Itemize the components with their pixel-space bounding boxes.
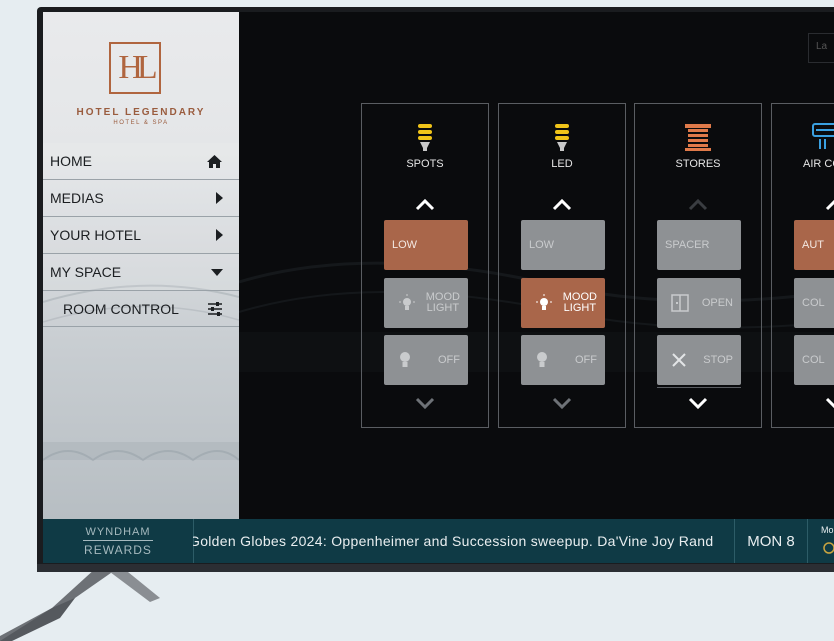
hotel-name: HOTEL LEGENDARY — [76, 107, 206, 118]
button-label: MOOD LIGHT — [563, 292, 597, 314]
chevron-right-icon — [216, 229, 223, 241]
submenu-item-room-control[interactable]: ROOM CONTROL — [43, 291, 239, 327]
hotel-logo: HL — [109, 42, 161, 94]
button-label: LOW — [392, 239, 418, 251]
stop-x-icon — [672, 353, 686, 367]
arrow-up-icon[interactable] — [414, 198, 436, 212]
button-label: OPEN — [701, 297, 733, 309]
spots-low-button[interactable]: LOW — [384, 220, 468, 270]
arrow-down-icon[interactable] — [551, 396, 573, 410]
arrow-up-icon[interactable] — [687, 198, 709, 212]
weather-label: Mo — [821, 525, 834, 535]
light-bulb-icon — [418, 124, 432, 151]
button-label: MOOD LIGHT — [426, 292, 460, 314]
led-mood-light-button[interactable]: MOOD LIGHT — [521, 278, 605, 328]
button-label: OFF — [438, 354, 460, 366]
chevron-right-icon — [216, 192, 223, 204]
menu-item-label: HOME — [50, 153, 92, 169]
spots-mood-light-button[interactable]: MOOD LIGHT — [384, 278, 468, 328]
menu-item-your-hotel[interactable]: YOUR HOTEL — [43, 217, 239, 254]
arrow-up-icon[interactable] — [551, 198, 573, 212]
tv-bottom-edge — [37, 564, 834, 572]
button-label-line2: LIGHT — [426, 302, 460, 314]
button-label: COL — [802, 354, 825, 366]
arrow-up-icon[interactable] — [824, 198, 834, 212]
led-low-button[interactable]: LOW — [521, 220, 605, 270]
hotel-subtitle: HOTEL & SPA — [113, 120, 169, 126]
stores-spacer-button[interactable]: SPACER — [657, 220, 741, 270]
main-menu: HOME MEDIAS YOUR HOTEL MY SPACE ROOM CON… — [43, 143, 239, 327]
hotel-logo-initials: HL — [118, 49, 157, 86]
tv-screen: HL HOTEL LEGENDARY HOTEL & SPA HOME MEDI… — [43, 12, 834, 563]
brand-line2: REWARDS — [84, 542, 152, 557]
submenu-item-label: ROOM CONTROL — [63, 300, 179, 317]
panel-label: AIR CO — [803, 158, 834, 170]
menu-item-label: YOUR HOTEL — [50, 227, 142, 243]
menu-item-home[interactable]: HOME — [43, 143, 239, 180]
stores-stop-button[interactable]: STOP — [657, 335, 741, 385]
bulb-off-icon — [537, 352, 547, 367]
button-label: LOW — [529, 239, 555, 251]
control-panel-stores: STORES SPACER OPEN STOP — [634, 103, 762, 428]
menu-item-label: MEDIAS — [50, 190, 104, 206]
home-icon — [207, 154, 222, 168]
control-panel-led: LED LOW MOOD LIGHT OFF — [498, 103, 626, 428]
panel-label: LED — [551, 158, 573, 170]
control-panel-spots: SPOTS LOW MOOD LIGHT OFF — [361, 103, 489, 428]
button-label-line2: LIGHT — [563, 302, 597, 314]
spots-off-button[interactable]: OFF — [384, 335, 468, 385]
weather-icon — [823, 542, 834, 554]
arrow-down-icon[interactable] — [687, 396, 709, 410]
brand-line1: WYNDHAM — [85, 525, 151, 538]
window-blind-icon — [685, 124, 711, 151]
air-co-cool-button-2[interactable]: COL — [794, 335, 834, 385]
button-label: OFF — [575, 354, 597, 366]
panel-label: STORES — [675, 158, 721, 170]
weather-widget: Mo — [807, 519, 834, 563]
news-headline: Golden Globes 2024: Oppenheimer and Succ… — [193, 533, 714, 549]
arrow-down-icon[interactable] — [824, 396, 834, 410]
sliders-icon — [208, 302, 222, 316]
tv-stand — [0, 568, 160, 641]
language-button[interactable]: La — [808, 33, 834, 63]
sidebar: HL HOTEL LEGENDARY HOTEL & SPA HOME MEDI… — [43, 12, 239, 519]
menu-item-label: MY SPACE — [50, 264, 122, 280]
bulb-off-icon — [400, 352, 410, 367]
divider — [657, 387, 741, 388]
news-ticker-text: Golden Globes 2024: Oppenheimer and Succ… — [193, 519, 734, 563]
button-label: AUT — [802, 239, 824, 251]
brand-divider — [83, 539, 153, 541]
mood-light-icon — [399, 294, 415, 310]
control-panel-air-conditioning: AIR CO AUT COL COL — [771, 103, 834, 428]
menu-item-my-space[interactable]: MY SPACE — [43, 254, 239, 291]
air-co-cool-button[interactable]: COL — [794, 278, 834, 328]
chevron-down-icon — [211, 268, 223, 276]
date-display: MON 8 — [734, 519, 808, 563]
air-conditioner-icon — [812, 123, 834, 149]
panel-label: SPOTS — [406, 158, 444, 170]
air-co-auto-button[interactable]: AUT — [794, 220, 834, 270]
led-off-button[interactable]: OFF — [521, 335, 605, 385]
menu-item-medias[interactable]: MEDIAS — [43, 180, 239, 217]
mood-light-icon — [536, 294, 552, 310]
light-bulb-icon — [555, 124, 569, 151]
button-label: STOP — [703, 354, 733, 366]
button-label: SPACER — [665, 239, 710, 251]
door-open-icon — [671, 294, 689, 312]
arrow-down-icon[interactable] — [414, 396, 436, 410]
button-label: COL — [802, 297, 825, 309]
wyndham-rewards-logo: WYNDHAM REWARDS — [43, 519, 194, 563]
stores-open-button[interactable]: OPEN — [657, 278, 741, 328]
news-ticker-bar: WYNDHAM REWARDS Golden Globes 2024: Oppe… — [43, 519, 834, 563]
